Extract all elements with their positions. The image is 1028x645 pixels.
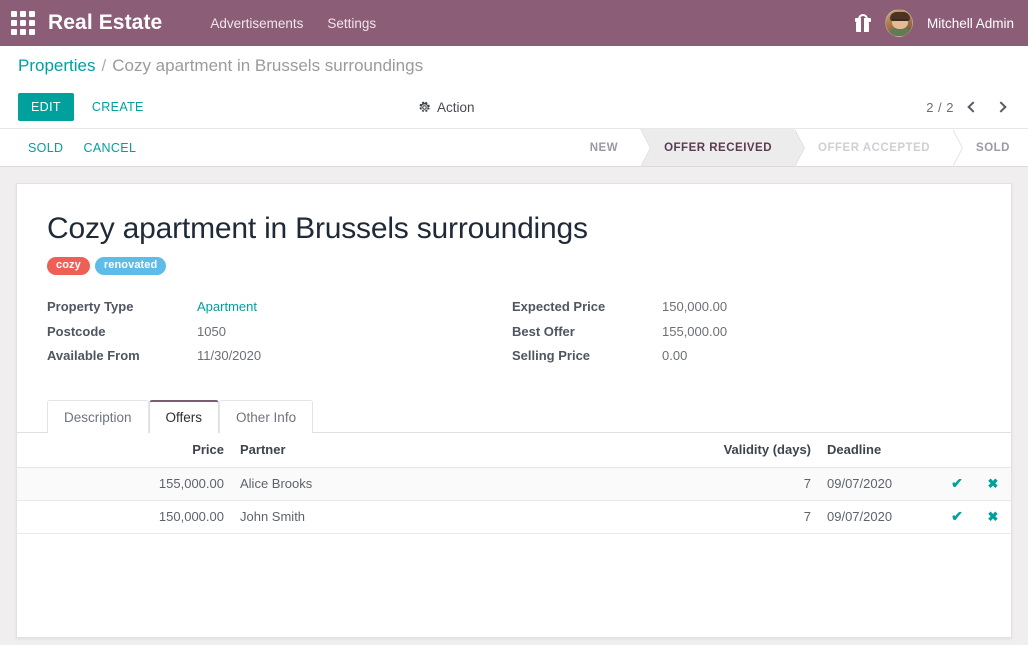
stage-offer-received[interactable]: OFFER RECEIVED bbox=[640, 129, 794, 166]
action-menu-label: Action bbox=[437, 100, 475, 115]
cell-validity: 7 bbox=[689, 467, 819, 500]
page-title: Cozy apartment in Brussels surroundings bbox=[47, 212, 981, 245]
avatar[interactable] bbox=[885, 9, 913, 37]
field-value-expected-price: 150,000.00 bbox=[662, 299, 727, 314]
field-postcode: Postcode 1050 bbox=[47, 324, 512, 349]
create-button[interactable]: CREATE bbox=[82, 93, 154, 121]
cell-accept[interactable]: ✔ bbox=[939, 500, 975, 533]
cell-spacer bbox=[569, 500, 689, 533]
field-expected-price: Expected Price 150,000.00 bbox=[512, 299, 977, 324]
pager: 2 / 2 bbox=[926, 96, 1010, 118]
offers-table: Price Partner Validity (days) Deadline 1… bbox=[17, 433, 1011, 534]
column-header-refuse bbox=[975, 433, 1011, 468]
pager-previous-button[interactable] bbox=[964, 96, 982, 118]
cross-icon[interactable]: ✖ bbox=[988, 476, 999, 491]
control-panel: EDIT CREATE Action 2 / 2 bbox=[0, 86, 1028, 128]
stage-sold[interactable]: SOLD bbox=[952, 129, 1028, 166]
field-best-offer: Best Offer 155,000.00 bbox=[512, 324, 977, 349]
offers-table-body: 155,000.00 Alice Brooks 7 09/07/2020 ✔ ✖… bbox=[17, 467, 1011, 533]
cell-deadline: 09/07/2020 bbox=[819, 500, 939, 533]
pager-count: 2 / 2 bbox=[926, 100, 954, 115]
notebook-tabs: Description Offers Other Info bbox=[17, 399, 1011, 433]
column-header-validity[interactable]: Validity (days) bbox=[689, 433, 819, 468]
field-selling-price: Selling Price 0.00 bbox=[512, 348, 977, 373]
cell-partner: John Smith bbox=[232, 500, 569, 533]
cell-price: 155,000.00 bbox=[17, 467, 232, 500]
column-header-price[interactable]: Price bbox=[17, 433, 232, 468]
field-value-postcode: 1050 bbox=[197, 324, 226, 339]
column-header-deadline[interactable]: Deadline bbox=[819, 433, 939, 468]
field-value-best-offer: 155,000.00 bbox=[662, 324, 727, 339]
field-label-postcode: Postcode bbox=[47, 324, 197, 339]
stage-new[interactable]: NEW bbox=[566, 129, 640, 166]
navbar-right-group: Mitchell Admin bbox=[855, 9, 1014, 37]
field-available-from: Available From 11/30/2020 bbox=[47, 348, 512, 373]
tab-description[interactable]: Description bbox=[47, 400, 149, 433]
nav-menu-advertisements[interactable]: Advertisements bbox=[198, 10, 315, 37]
sold-button[interactable]: SOLD bbox=[18, 135, 73, 161]
cell-spacer bbox=[569, 467, 689, 500]
tab-offers[interactable]: Offers bbox=[149, 400, 220, 433]
table-row[interactable]: 150,000.00 John Smith 7 09/07/2020 ✔ ✖ bbox=[17, 500, 1011, 533]
user-menu-name[interactable]: Mitchell Admin bbox=[927, 16, 1014, 31]
gift-icon[interactable] bbox=[855, 14, 871, 32]
breadcrumb-properties-link[interactable]: Properties bbox=[18, 56, 95, 76]
stage-statusbar: NEW OFFER RECEIVED OFFER ACCEPTED SOLD bbox=[566, 129, 1028, 166]
check-icon[interactable]: ✔ bbox=[951, 509, 963, 523]
field-label-best-offer: Best Offer bbox=[512, 324, 662, 339]
offers-table-head: Price Partner Validity (days) Deadline bbox=[17, 433, 1011, 468]
app-brand-title[interactable]: Real Estate bbox=[48, 11, 162, 35]
field-property-type: Property Type Apartment bbox=[47, 299, 512, 324]
nav-menu-settings[interactable]: Settings bbox=[315, 10, 388, 37]
cell-validity: 7 bbox=[689, 500, 819, 533]
field-label-property-type: Property Type bbox=[47, 299, 197, 314]
status-action-bar: SOLD CANCEL NEW OFFER RECEIVED OFFER ACC… bbox=[0, 128, 1028, 167]
cell-deadline: 09/07/2020 bbox=[819, 467, 939, 500]
apps-grid-icon[interactable] bbox=[10, 10, 36, 36]
field-value-property-type[interactable]: Apartment bbox=[197, 299, 257, 314]
field-label-expected-price: Expected Price bbox=[512, 299, 662, 314]
breadcrumb: Properties / Cozy apartment in Brussels … bbox=[0, 46, 1028, 86]
action-menu-button[interactable]: Action bbox=[418, 100, 475, 115]
field-value-selling-price: 0.00 bbox=[662, 348, 687, 363]
field-label-available-from: Available From bbox=[47, 348, 197, 363]
cell-price: 150,000.00 bbox=[17, 500, 232, 533]
tag-cozy[interactable]: cozy bbox=[47, 257, 90, 275]
table-header-row: Price Partner Validity (days) Deadline bbox=[17, 433, 1011, 468]
field-groups: Property Type Apartment Postcode 1050 Av… bbox=[47, 299, 981, 373]
cell-partner: Alice Brooks bbox=[232, 467, 569, 500]
cell-refuse[interactable]: ✖ bbox=[975, 500, 1011, 533]
offers-list: Price Partner Validity (days) Deadline 1… bbox=[17, 433, 1011, 534]
column-header-spacer bbox=[569, 433, 689, 468]
chevron-left-icon bbox=[967, 101, 978, 112]
cross-icon[interactable]: ✖ bbox=[988, 509, 999, 524]
odoo-form-view: Real Estate Advertisements Settings Mitc… bbox=[0, 0, 1028, 645]
top-navbar: Real Estate Advertisements Settings Mitc… bbox=[0, 0, 1028, 46]
column-header-partner[interactable]: Partner bbox=[232, 433, 569, 468]
stage-offer-accepted[interactable]: OFFER ACCEPTED bbox=[794, 129, 952, 166]
breadcrumb-current-record: Cozy apartment in Brussels surroundings bbox=[112, 56, 423, 76]
chevron-right-icon bbox=[995, 101, 1006, 112]
gear-icon bbox=[418, 101, 431, 114]
field-group-left: Property Type Apartment Postcode 1050 Av… bbox=[47, 299, 512, 373]
cell-accept[interactable]: ✔ bbox=[939, 467, 975, 500]
breadcrumb-separator: / bbox=[101, 56, 106, 76]
table-row[interactable]: 155,000.00 Alice Brooks 7 09/07/2020 ✔ ✖ bbox=[17, 467, 1011, 500]
edit-button[interactable]: EDIT bbox=[18, 93, 74, 121]
sheet-background: Cozy apartment in Brussels surroundings … bbox=[0, 167, 1028, 645]
check-icon[interactable]: ✔ bbox=[951, 476, 963, 490]
field-value-available-from: 11/30/2020 bbox=[197, 348, 261, 363]
column-header-accept bbox=[939, 433, 975, 468]
field-label-selling-price: Selling Price bbox=[512, 348, 662, 363]
record-sheet: Cozy apartment in Brussels surroundings … bbox=[16, 183, 1012, 638]
pager-next-button[interactable] bbox=[992, 96, 1010, 118]
cell-refuse[interactable]: ✖ bbox=[975, 467, 1011, 500]
cancel-button[interactable]: CANCEL bbox=[73, 135, 146, 161]
tag-list: cozy renovated bbox=[47, 257, 981, 275]
tag-renovated[interactable]: renovated bbox=[95, 257, 166, 275]
field-group-right: Expected Price 150,000.00 Best Offer 155… bbox=[512, 299, 977, 373]
tab-other-info[interactable]: Other Info bbox=[219, 400, 313, 433]
